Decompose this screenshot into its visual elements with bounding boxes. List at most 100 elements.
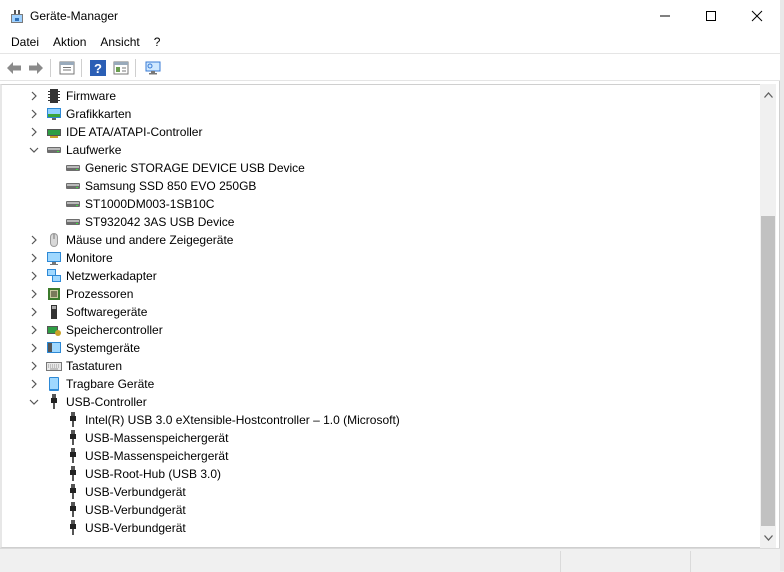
chevron-right-icon[interactable] (29, 109, 39, 119)
tree-item-label: USB-Controller (66, 395, 147, 409)
chevron-right-icon[interactable] (29, 253, 39, 263)
disk-drive-icon (66, 165, 80, 171)
window-edge (780, 0, 784, 571)
title-bar[interactable]: Geräte-Manager (0, 0, 780, 32)
maximize-button[interactable] (688, 0, 734, 32)
tree-item-label: Samsung SSD 850 EVO 250GB (85, 179, 257, 193)
toolbar-separator (50, 59, 51, 77)
vertical-scrollbar[interactable] (760, 84, 776, 548)
chevron-right-icon[interactable] (29, 91, 39, 101)
disk-drive-icon (47, 147, 61, 153)
tree-device[interactable]: ST1000DM003-1SB10C (2, 195, 760, 213)
tree-device[interactable]: Intel(R) USB 3.0 eXtensible-Hostcontroll… (2, 411, 760, 429)
close-button[interactable] (734, 0, 780, 32)
tree-device[interactable]: USB-Verbundgerät (2, 483, 760, 501)
tree-item-label: Systemgeräte (66, 341, 141, 355)
scroll-down-button[interactable] (760, 530, 776, 546)
disk-drive-icon (66, 201, 80, 207)
chevron-up-icon (763, 92, 773, 98)
device-tree[interactable]: Firmware Grafikkarten IDE ATA/ATAPI-Contro… (0, 84, 776, 548)
tree-item-label: USB-Massenspeichergerät (85, 431, 229, 445)
close-icon (751, 10, 763, 22)
chevron-down-icon[interactable] (29, 397, 39, 407)
chevron-right-icon[interactable] (29, 379, 39, 389)
tree-category[interactable]: Grafikkarten (2, 105, 760, 123)
chevron-down-icon[interactable] (29, 145, 39, 155)
chevron-right-icon[interactable] (29, 271, 39, 281)
tree-category[interactable]: Monitore (2, 249, 760, 267)
scrollbar-thumb[interactable] (761, 216, 775, 526)
usb-icon (70, 520, 76, 535)
software-device-icon (51, 305, 57, 319)
tree-category[interactable]: IDE ATA/ATAPI-Controller (2, 123, 760, 141)
tree-category[interactable]: USB-Controller (2, 393, 760, 411)
tree-item-label: ST932042 3AS USB Device (85, 215, 235, 229)
device-manager-icon (11, 10, 23, 23)
maximize-icon (706, 11, 716, 21)
usb-icon (70, 466, 76, 481)
usb-icon (70, 502, 76, 517)
minimize-icon (660, 15, 670, 17)
chevron-right-icon[interactable] (29, 289, 39, 299)
svg-text:?: ? (94, 61, 102, 76)
tree-device[interactable]: USB-Verbundgerät (2, 519, 760, 537)
tree-category[interactable]: Systemgeräte (2, 339, 760, 357)
tree-device[interactable]: ST932042 3AS USB Device (2, 213, 760, 231)
monitor-icon (47, 252, 61, 265)
chevron-right-icon[interactable] (29, 307, 39, 317)
tree-item-label: USB-Massenspeichergerät (85, 449, 229, 463)
tree-category[interactable]: Laufwerke (2, 141, 760, 159)
menu-datei[interactable]: Datei (4, 32, 46, 53)
chevron-right-icon[interactable] (29, 325, 39, 335)
system-device-icon (47, 342, 61, 353)
tree-category[interactable]: Netzwerkadapter (2, 267, 760, 285)
tree-item-label: Grafikkarten (66, 107, 132, 121)
back-arrow-icon[interactable] (5, 59, 23, 77)
portable-device-icon (49, 377, 59, 391)
minimize-button[interactable] (642, 0, 688, 32)
chevron-right-icon[interactable] (29, 127, 39, 137)
disk-drive-icon (66, 183, 80, 189)
usb-icon (70, 484, 76, 499)
toolbar-separator (135, 59, 136, 77)
status-pane (690, 551, 780, 572)
tree-device[interactable]: USB-Verbundgerät (2, 501, 760, 519)
menu-ansicht[interactable]: Ansicht (93, 32, 146, 53)
monitor-scan-icon[interactable] (144, 59, 162, 77)
tree-item-label: Intel(R) USB 3.0 eXtensible-Hostcontroll… (85, 413, 400, 427)
menu-aktion[interactable]: Aktion (46, 32, 93, 53)
help-icon[interactable]: ? (89, 59, 107, 77)
tree-device[interactable]: USB-Massenspeichergerät (2, 429, 760, 447)
window-title: Geräte-Manager (30, 9, 119, 23)
tree-device[interactable]: USB-Root-Hub (USB 3.0) (2, 465, 760, 483)
tree-device[interactable]: Samsung SSD 850 EVO 250GB (2, 177, 760, 195)
forward-arrow-icon[interactable] (27, 59, 45, 77)
tree-device[interactable]: Generic STORAGE DEVICE USB Device (2, 159, 760, 177)
details-pane-icon[interactable] (112, 59, 130, 77)
chevron-right-icon[interactable] (29, 235, 39, 245)
tree-item-label: Mäuse und andere Zeigegeräte (66, 233, 234, 247)
tree-device[interactable]: USB-Massenspeichergerät (2, 447, 760, 465)
scroll-up-button[interactable] (760, 87, 776, 103)
menu-bar: Datei Aktion Ansicht ? (0, 32, 780, 53)
tree-category[interactable]: Speichercontroller (2, 321, 760, 339)
tree-item-label: Laufwerke (66, 143, 122, 157)
tree-item-label: Generic STORAGE DEVICE USB Device (85, 161, 305, 175)
chevron-right-icon[interactable] (29, 343, 39, 353)
tree-category[interactable]: Tragbare Geräte (2, 375, 760, 393)
storage-controller-icon (47, 326, 61, 336)
menu-help[interactable]: ? (147, 32, 168, 53)
usb-icon (70, 430, 76, 445)
chevron-down-icon (763, 535, 773, 541)
tree-category[interactable]: Firmware (2, 87, 760, 105)
display-adapter-icon (47, 108, 61, 120)
tree-category[interactable]: Mäuse und andere Zeigegeräte (2, 231, 760, 249)
tree-item-label: Firmware (66, 89, 116, 103)
tree-category[interactable]: Softwaregeräte (2, 303, 760, 321)
tree-category[interactable]: Tastaturen (2, 357, 760, 375)
tree-category[interactable]: Prozessoren (2, 285, 760, 303)
properties-view-icon[interactable] (58, 59, 76, 77)
chevron-right-icon[interactable] (29, 361, 39, 371)
mouse-icon (50, 233, 58, 247)
tree-item-label: Prozessoren (66, 287, 134, 301)
